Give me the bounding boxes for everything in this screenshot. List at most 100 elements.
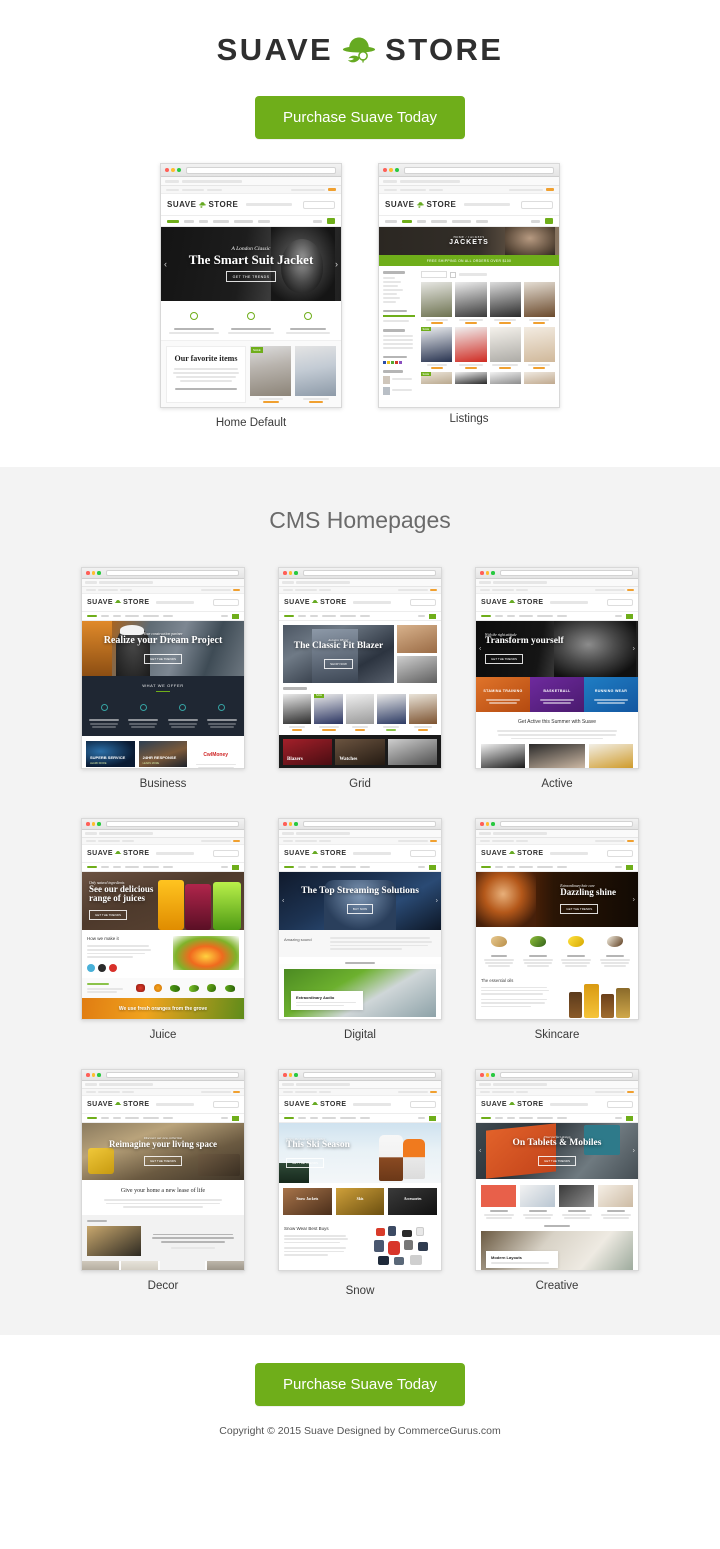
social-icon[interactable] [109,964,117,973]
minimize-icon[interactable] [288,1073,292,1077]
portfolio-card[interactable] [559,1185,594,1219]
cms-item-digital[interactable]: SUAVE STORE ‹ › The Top Streaming Soluti… [278,818,442,1041]
product-card[interactable] [250,408,291,409]
cms-item-grid[interactable]: SUAVE STORE Autumn Winter The Classic Fi… [278,567,442,790]
store-nav[interactable] [476,1114,638,1123]
product-card[interactable] [377,693,406,731]
close-icon[interactable] [86,571,90,575]
minimize-icon[interactable] [288,822,292,826]
promo-tile[interactable]: 24HR RESPONSE LEARN MORE [138,740,188,767]
cart-icon[interactable] [232,1115,239,1121]
carousel-prev-button[interactable]: ‹ [164,259,167,269]
search-input[interactable] [607,1101,633,1108]
back-icon[interactable] [479,832,491,835]
gallery-item[interactable] [121,1261,159,1270]
store-nav[interactable] [379,216,559,227]
address-bar[interactable] [302,1072,436,1078]
address-bar[interactable] [105,821,239,827]
minimize-icon[interactable] [485,571,489,575]
window-controls[interactable] [279,571,298,575]
store-nav[interactable] [82,863,244,872]
search-input[interactable] [521,200,553,209]
window-controls[interactable] [476,822,495,826]
window-controls[interactable] [279,822,298,826]
maximize-icon[interactable] [294,571,298,575]
back-icon[interactable] [282,581,294,584]
maximize-icon[interactable] [97,822,101,826]
close-icon[interactable] [86,1073,90,1077]
store-nav[interactable] [476,612,638,621]
gallery-item[interactable] [160,1261,205,1270]
search-input[interactable] [410,1101,436,1108]
back-icon[interactable] [383,179,397,183]
product-card[interactable] [421,282,453,324]
carousel-next-button[interactable]: › [633,896,635,903]
gallery-item[interactable] [528,744,586,768]
back-icon[interactable] [282,832,294,835]
address-bar[interactable] [404,166,554,174]
listing-toolbar[interactable] [421,271,555,278]
product-card[interactable] [489,372,521,384]
gallery-item[interactable] [206,1261,244,1270]
window-controls[interactable] [476,1073,495,1077]
search-input[interactable] [303,200,335,209]
promo-tile[interactable]: RUNNING WEAR [584,677,638,712]
cart-icon[interactable] [545,218,553,224]
address-bar[interactable] [499,1072,633,1078]
purchase-suave-button-bottom[interactable]: Purchase Suave Today [255,1363,465,1406]
maximize-icon[interactable] [177,168,181,172]
hero-cta-button[interactable]: GET THE TRENDS [560,904,599,915]
maximize-icon[interactable] [294,822,298,826]
window-controls[interactable] [82,822,101,826]
cart-icon[interactable] [232,864,239,870]
sort-select[interactable] [421,271,447,278]
promo-tile[interactable]: Snow Jackets [283,1188,332,1215]
product-card[interactable] [295,345,336,403]
address-bar[interactable] [302,821,436,827]
product-card[interactable] [455,282,487,324]
address-bar[interactable] [302,570,436,576]
store-nav[interactable] [82,612,244,621]
cart-icon[interactable] [626,1115,633,1121]
product-card[interactable] [455,372,487,384]
promo-tile[interactable] [397,655,437,683]
close-icon[interactable] [480,1073,484,1077]
maximize-icon[interactable] [491,822,495,826]
store-nav[interactable] [476,863,638,872]
close-icon[interactable] [480,571,484,575]
back-icon[interactable] [479,581,491,584]
social-icon[interactable] [87,964,95,973]
cart-icon[interactable] [626,613,633,619]
address-bar[interactable] [105,570,239,576]
close-icon[interactable] [165,168,169,172]
portfolio-card[interactable] [520,1185,555,1219]
close-icon[interactable] [283,1073,287,1077]
window-controls[interactable] [82,1073,101,1077]
address-bar[interactable] [499,570,633,576]
product-card[interactable] [523,282,555,324]
carousel-prev-button[interactable]: ‹ [282,898,284,905]
window-controls[interactable] [161,168,181,172]
minimize-icon[interactable] [288,571,292,575]
search-input[interactable] [607,599,633,606]
close-icon[interactable] [383,168,387,172]
social-icon[interactable] [98,964,106,973]
carousel-prev-button[interactable]: ‹ [479,1148,481,1155]
back-icon[interactable] [165,179,179,183]
hero-cta-button[interactable]: GET THE TRENDS [485,653,524,664]
promo-tile[interactable]: Skis [335,1188,385,1215]
back-icon[interactable] [479,1083,491,1086]
store-nav[interactable] [82,1114,244,1123]
promo-tile[interactable]: Blazers [283,738,333,765]
product-card[interactable]: SALE [250,345,291,403]
carousel-next-button[interactable]: › [633,1148,635,1155]
lookbook-image[interactable] [166,408,246,409]
product-card[interactable] [283,693,312,731]
gallery-item[interactable] [481,744,525,768]
cms-item-creative[interactable]: SUAVE STORE ‹ › Pixel perfect design On … [475,1069,639,1297]
cart-icon[interactable] [429,864,436,870]
store-nav[interactable] [279,1114,441,1123]
gallery-item[interactable] [82,1261,120,1270]
window-controls[interactable] [476,571,495,575]
hero-cta-button[interactable]: BUY NOW [346,903,374,914]
